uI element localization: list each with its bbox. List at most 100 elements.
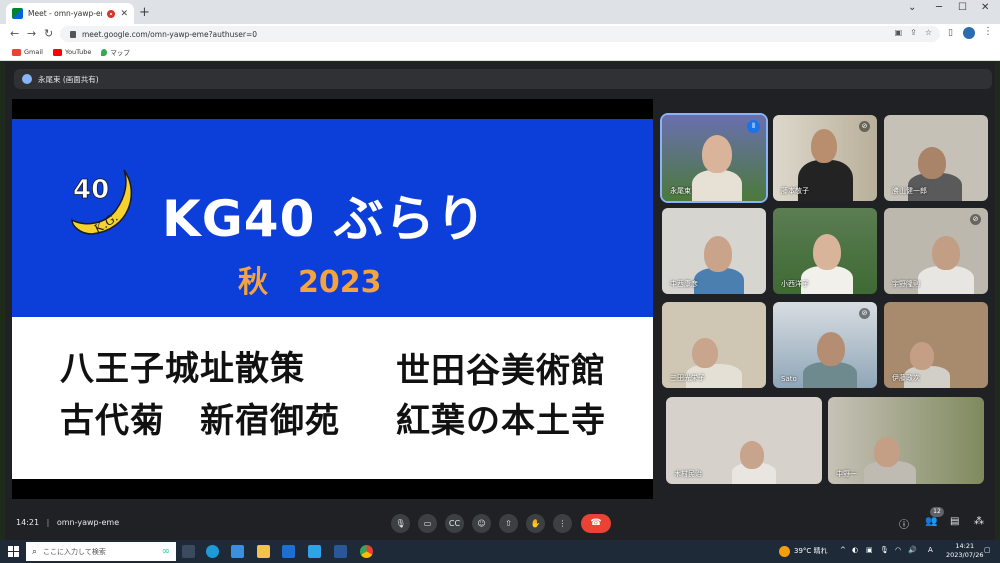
url-text: meet.google.com/omn-yawp-eme?authuser=0 (82, 29, 258, 39)
side-panel-icon[interactable]: ▯ (948, 28, 953, 38)
mic-muted-icon: ⊘ (859, 121, 870, 132)
logo-number: 40 (73, 175, 109, 205)
reactions-button[interactable]: ☺ (472, 514, 491, 533)
lock-icon (70, 30, 76, 38)
camera-indicator-icon[interactable]: ▣ (895, 28, 903, 37)
camera-button[interactable]: ▭ (418, 514, 437, 533)
new-tab-button[interactable]: + (139, 5, 150, 20)
bookmark-star-icon[interactable]: ☆ (925, 28, 932, 37)
activities-icon[interactable]: ⁂ (974, 516, 984, 527)
file-explorer-icon[interactable] (257, 545, 270, 558)
bookmarks-bar: Gmail YouTube マップ (0, 44, 1000, 61)
participant-name: 藤本敬子 (781, 187, 809, 195)
screen: Meet - omn-yawp-eme ✕ + ⌄ ─ ☐ ✕ ← → ↻ me… (0, 0, 1000, 563)
volume-icon[interactable]: 🔊 (908, 546, 917, 554)
meeting-info-icon[interactable]: ⓘ (899, 516, 909, 531)
tray-chevron-icon[interactable]: ^ (840, 546, 846, 554)
participant-name: 小西洋子 (781, 280, 809, 288)
more-options-button[interactable]: ⋮ (553, 514, 572, 533)
speaking-icon: ⦀ (747, 120, 760, 133)
close-window-icon[interactable]: ✕ (981, 2, 989, 13)
edge-icon[interactable] (206, 545, 219, 558)
participant-tile[interactable]: ⊘ 宇野隆則 (884, 208, 988, 294)
tab-search-icon[interactable]: ⌄ (908, 2, 916, 13)
end-call-button[interactable]: ☎ (581, 514, 611, 533)
raise-hand-button[interactable]: ✋ (526, 514, 545, 533)
reload-icon[interactable]: ↻ (44, 27, 53, 40)
minimize-icon[interactable]: ─ (936, 2, 942, 13)
gmail-icon (12, 48, 21, 56)
bookmark-youtube[interactable]: YouTube (52, 48, 91, 56)
participant-name: Sato (781, 375, 797, 383)
mail-icon[interactable] (282, 545, 295, 558)
maps-icon (101, 48, 108, 56)
bookmark-maps[interactable]: マップ (101, 47, 130, 57)
slide-body: 八王子城址散策 古代菊 新宿御苑 世田谷美術館 紅葉の本土寺 (12, 317, 653, 479)
taskbar-search[interactable]: ⌕ ここに入力して検索 ∞ (26, 542, 176, 561)
search-placeholder: ここに入力して検索 (43, 547, 106, 556)
slide-line-4: 紅葉の本土寺 (396, 401, 606, 441)
slide-subtitle: 秋 2023 (238, 265, 382, 300)
slide-line-3: 世田谷美術館 (396, 351, 606, 391)
search-icon: ⌕ (32, 546, 38, 557)
back-icon[interactable]: ← (10, 27, 19, 40)
participant-tile[interactable]: 中西康彦 (662, 208, 766, 294)
participant-tile[interactable]: 小西洋子 (773, 208, 877, 294)
presenter-label: 永尾束 (画面共有) (38, 74, 99, 84)
tab-close-icon[interactable]: ✕ (120, 9, 128, 19)
word-icon[interactable] (334, 545, 347, 558)
participant-name: 伊藤政次 (892, 374, 920, 382)
participant-tile[interactable]: 勝山健一郎 (884, 115, 988, 201)
participant-tile[interactable]: 中野一 (828, 397, 984, 484)
weather-text[interactable]: 39°C 晴れ (794, 546, 828, 556)
participant-tile[interactable]: ⦀ 永尾束 (662, 115, 766, 201)
participant-name: 宇野隆則 (892, 280, 920, 288)
bookmark-gmail[interactable]: Gmail (12, 48, 43, 56)
browser-toolbar: ← → ↻ meet.google.com/omn-yawp-eme?authu… (0, 24, 1000, 44)
present-button[interactable]: ⇧ (499, 514, 518, 533)
tab-meet[interactable]: Meet - omn-yawp-eme ✕ (6, 3, 134, 24)
chat-icon[interactable]: ▤ (950, 516, 959, 527)
slide-title: KG40 ぶらり (162, 190, 487, 248)
microphone-button[interactable]: 🎙 (391, 514, 410, 533)
start-icon[interactable] (8, 546, 19, 557)
mic-muted-icon: ⊘ (970, 214, 981, 225)
participant-tile[interactable]: 木村民治 (666, 397, 822, 484)
meeting-time: 14:21 (16, 518, 40, 527)
meet-icon (12, 8, 23, 19)
shared-screen: 40 K.G. KG40 ぶらり 秋 2023 八王子城址散策 古代菊 新宿御苑… (12, 99, 653, 499)
participant-name: 勝山健一郎 (892, 187, 927, 195)
omnibox-actions: ▣ ⇪ ☆ (895, 28, 932, 37)
participant-name: 中西康彦 (670, 280, 698, 288)
address-bar[interactable]: meet.google.com/omn-yawp-eme?authuser=0 … (60, 26, 940, 42)
participant-tile[interactable]: 三田光栄子 (662, 302, 766, 388)
forward-icon[interactable]: → (27, 27, 36, 40)
mic-tray-icon[interactable]: 🎙 (880, 546, 889, 554)
participant-tile[interactable]: ⊘ Sato (773, 302, 877, 388)
people-icon[interactable]: 👥 (925, 516, 937, 527)
photos-icon[interactable] (308, 545, 321, 558)
meet-window: 永尾束 (画面共有) 40 K.G. KG40 ぶらり 秋 2023 八王子城址… (5, 62, 995, 540)
chrome-icon[interactable] (360, 545, 373, 558)
wifi-icon[interactable]: ◠ (895, 546, 901, 554)
windows-taskbar: ⌕ ここに入力して検索 ∞ 39°C 晴れ ^ ◐ ▣ 🎙 ◠ 🔊 A 14:2… (0, 540, 1000, 563)
browser-menu-icon[interactable]: ⋮ (983, 26, 993, 37)
network-icon[interactable]: ◐ (852, 546, 858, 554)
taskbar-clock[interactable]: 14:21 2023/07/26 (946, 542, 983, 560)
ime-indicator[interactable]: A (928, 546, 933, 554)
profile-avatar[interactable] (963, 27, 975, 39)
presenter-avatar (22, 74, 32, 84)
store-icon[interactable] (231, 545, 244, 558)
participant-tile[interactable]: 伊藤政次 (884, 302, 988, 388)
participant-tile[interactable]: ⊘ 藤本敬子 (773, 115, 877, 201)
captions-button[interactable]: CC (445, 514, 464, 533)
participant-name: 三田光栄子 (670, 374, 705, 382)
task-view-icon[interactable] (182, 545, 195, 558)
notification-icon[interactable]: ▢ (984, 546, 991, 554)
search-highlight-icon: ∞ (161, 546, 170, 557)
slide-line-2: 古代菊 新宿御苑 (60, 401, 340, 441)
maximize-icon[interactable]: ☐ (958, 2, 967, 13)
camera-tray-icon[interactable]: ▣ (866, 546, 873, 554)
participant-name: 永尾束 (670, 187, 691, 195)
share-icon[interactable]: ⇪ (910, 28, 917, 37)
